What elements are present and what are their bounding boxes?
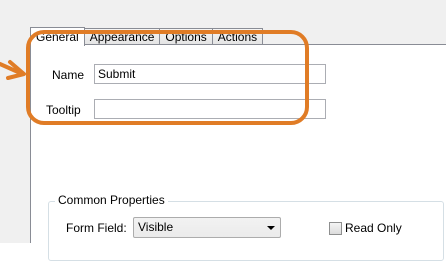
chevron-down-icon (267, 226, 275, 230)
tooltip-label: Tooltip (46, 103, 81, 117)
name-field[interactable]: Submit (94, 64, 326, 84)
read-only-label: Read Only (345, 221, 402, 235)
tooltip-field[interactable] (94, 99, 326, 119)
tab-options[interactable]: Options (160, 28, 213, 45)
name-label: Name (52, 68, 85, 82)
tab-general[interactable]: General (30, 27, 85, 46)
tab-actions[interactable]: Actions (212, 28, 264, 45)
form-field-dropdown[interactable]: Visible (133, 217, 281, 238)
form-field-label: Form Field: (66, 221, 127, 235)
read-only-checkbox[interactable] (329, 222, 342, 235)
tab-strip: General Appearance Options Actions (30, 26, 264, 46)
form-field-selected-value: Visible (138, 220, 174, 234)
arrow-right-icon (0, 60, 26, 80)
common-properties-title: Common Properties (55, 193, 168, 207)
tab-appearance[interactable]: Appearance (84, 28, 161, 45)
